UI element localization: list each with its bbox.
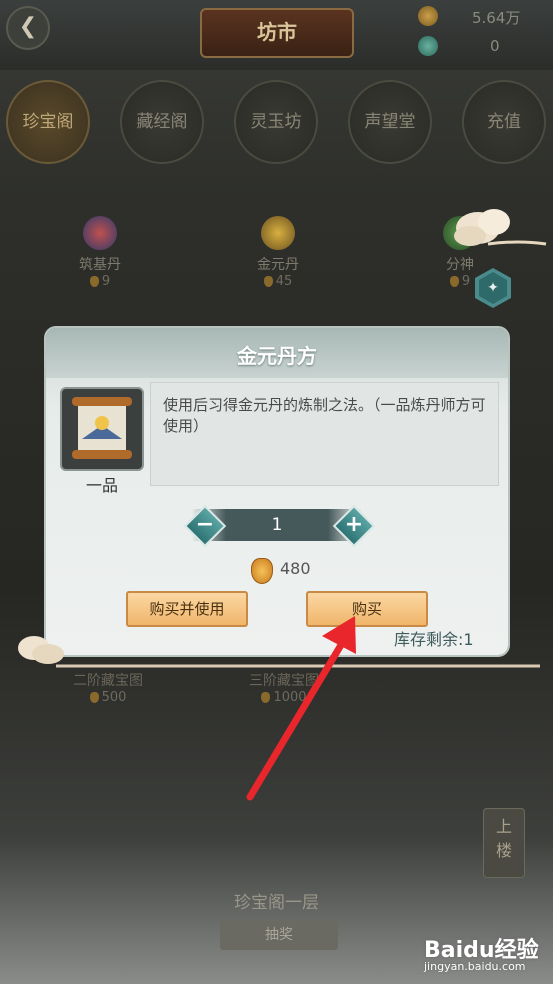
upstairs-label-bottom: 楼 [495,841,512,860]
annotation-arrow [246,616,356,801]
draw-button[interactable]: 抽奖 [220,920,338,950]
upstairs-button[interactable]: 上 楼 [483,808,525,878]
upstairs-label-top: 上 [495,817,512,836]
floor-label: 珍宝阁一层 [234,893,319,913]
watermark-url: jingyan.baidu.com [424,960,526,973]
